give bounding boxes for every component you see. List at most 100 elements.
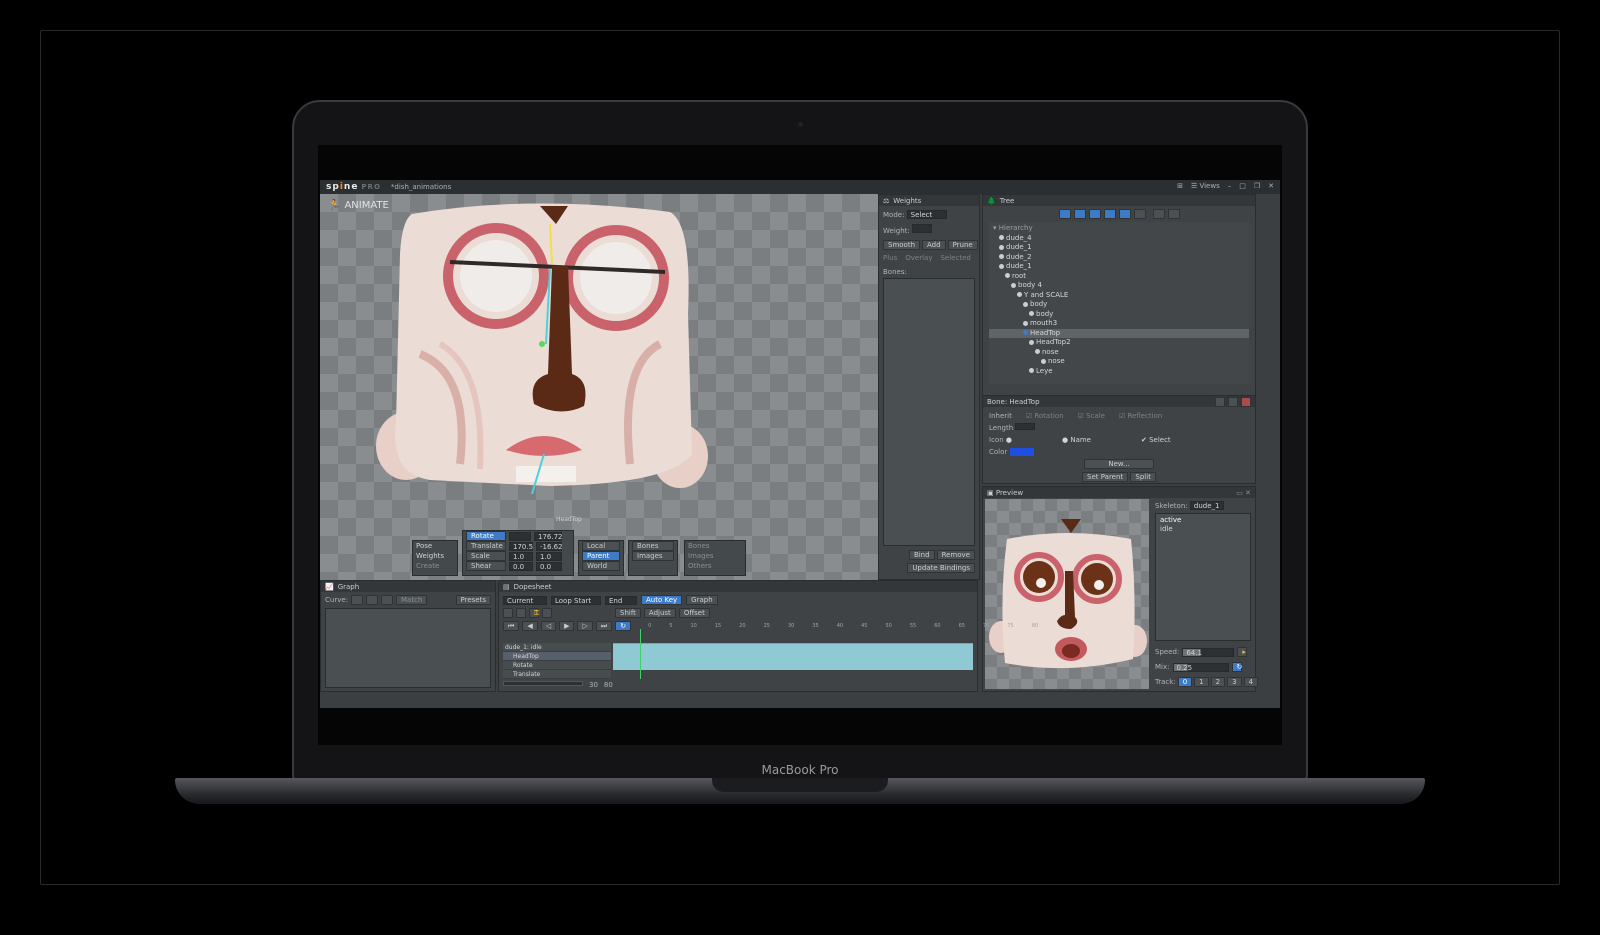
- loop-icon[interactable]: ↻: [1231, 662, 1242, 672]
- dopesheet-row[interactable]: HeadTop: [503, 652, 611, 661]
- axis-parent[interactable]: Parent: [579, 551, 623, 561]
- tree-list[interactable]: ▾ Hierarchy dude_4 dude_1 dude_2 dude_1 root…: [989, 222, 1249, 384]
- show-name-checkbox[interactable]: ● Name: [1062, 434, 1091, 446]
- tool-rotate[interactable]: Rotate 176.72: [463, 531, 573, 541]
- plus-option[interactable]: Plus: [883, 254, 897, 262]
- option-others[interactable]: Others: [685, 561, 745, 571]
- prune-button[interactable]: Prune: [947, 240, 978, 250]
- paste-icon[interactable]: [516, 608, 526, 618]
- dopesheet-row[interactable]: Rotate: [503, 661, 611, 670]
- preview-viewport[interactable]: [985, 499, 1149, 689]
- mix-slider[interactable]: 0.25: [1172, 662, 1229, 672]
- track-2-button[interactable]: 2: [1210, 677, 1226, 687]
- tree-item[interactable]: nose: [989, 357, 1249, 367]
- axis-local[interactable]: Local: [579, 541, 623, 551]
- bind-button[interactable]: Bind: [908, 550, 935, 560]
- graph-toggle-button[interactable]: Graph: [686, 595, 718, 605]
- first-frame-icon[interactable]: ⏮: [503, 621, 520, 631]
- tool-create[interactable]: Create: [413, 561, 457, 571]
- smooth-button[interactable]: Smooth: [883, 240, 921, 250]
- dopesheet-row[interactable]: dude_1: idle: [503, 643, 611, 652]
- animation-item[interactable]: active: [1156, 516, 1250, 525]
- animation-item[interactable]: idle: [1156, 525, 1250, 534]
- compensate-images[interactable]: Images: [629, 551, 677, 561]
- remove-button[interactable]: Remove: [936, 550, 975, 560]
- tree-item[interactable]: body 4: [989, 281, 1249, 291]
- tree-item[interactable]: HeadTop: [989, 328, 1249, 338]
- views-button[interactable]: ☰ Views: [1191, 182, 1220, 190]
- update-bindings-button[interactable]: Update Bindings: [907, 563, 975, 573]
- end-field[interactable]: End: [605, 595, 637, 605]
- current-frame-field[interactable]: Current: [503, 595, 547, 605]
- auto-key-button[interactable]: Auto Key: [641, 595, 683, 605]
- inherit-reflection-checkbox[interactable]: ☑ Reflection: [1119, 410, 1162, 422]
- curve-stepped-button[interactable]: [366, 595, 379, 605]
- track-3-button[interactable]: 3: [1227, 677, 1242, 687]
- tree-root[interactable]: ▾ Hierarchy: [989, 224, 1249, 234]
- tool-weights[interactable]: Weights: [413, 551, 457, 561]
- key-icon[interactable]: ⚿: [529, 608, 539, 618]
- next-key-icon[interactable]: ▷: [577, 621, 593, 631]
- tree-filter-constraints[interactable]: [1103, 209, 1116, 219]
- compensate-bones[interactable]: Bones: [629, 541, 677, 551]
- tree-filter-events[interactable]: [1118, 209, 1131, 219]
- bone-edit-icon[interactable]: [1215, 396, 1225, 407]
- axis-world[interactable]: World: [579, 561, 623, 571]
- loop-playback-icon[interactable]: ↻: [615, 621, 632, 631]
- add-button[interactable]: Add: [922, 240, 946, 250]
- tree-item[interactable]: mouth3: [989, 319, 1249, 329]
- tree-item[interactable]: dude_4: [989, 234, 1249, 244]
- inherit-scale-checkbox[interactable]: ☑ Scale: [1078, 410, 1105, 422]
- selected-option[interactable]: Selected: [940, 254, 970, 262]
- split-button[interactable]: Split: [1130, 472, 1156, 482]
- tool-pose[interactable]: Pose: [413, 541, 457, 551]
- bone-duplicate-icon[interactable]: [1228, 396, 1238, 407]
- animate-viewport[interactable]: 🏃 ANIMATE HeadTop Pose Weights Create Ro…: [320, 194, 892, 580]
- curve-linear-button[interactable]: [351, 595, 364, 605]
- play-icon[interactable]: ▶: [559, 621, 575, 631]
- track-4-button[interactable]: 4: [1243, 677, 1259, 687]
- tree-filter-attachments[interactable]: [1088, 209, 1101, 219]
- tool-translate[interactable]: Translate 170.5 -16.62: [463, 541, 573, 551]
- overlay-option[interactable]: Overlay: [905, 254, 932, 262]
- grid-icon[interactable]: ⊞: [1177, 182, 1183, 190]
- presets-button[interactable]: Presets: [455, 595, 491, 605]
- weights-mode-select[interactable]: Select: [906, 210, 947, 219]
- dopesheet-row[interactable]: Translate: [503, 670, 611, 679]
- tree-item[interactable]: Y and SCALE: [989, 291, 1249, 301]
- speed-reset-icon[interactable]: ▸: [1237, 647, 1248, 657]
- skeleton-select[interactable]: dude_1: [1189, 501, 1224, 510]
- tree-filter-animations[interactable]: [1152, 209, 1165, 219]
- tree-item[interactable]: body: [989, 310, 1249, 320]
- timeline-scrollbar[interactable]: [503, 681, 583, 686]
- shift-button[interactable]: Shift: [615, 608, 641, 618]
- delete-key-icon[interactable]: [542, 608, 552, 618]
- tree-item[interactable]: dude_1: [989, 262, 1249, 272]
- animation-list[interactable]: active idle: [1155, 513, 1251, 641]
- adjust-button[interactable]: Adjust: [643, 608, 676, 618]
- keyframe-track[interactable]: [613, 643, 973, 670]
- set-parent-button[interactable]: Set Parent: [1082, 472, 1129, 482]
- tree-item[interactable]: root: [989, 272, 1249, 282]
- close-icon[interactable]: ✕: [1268, 182, 1274, 190]
- dopesheet-rows[interactable]: dude_1: idle HeadTop Rotate Translate: [503, 629, 973, 679]
- maximize-icon[interactable]: □: [1239, 182, 1246, 190]
- minimize-icon[interactable]: –: [1228, 182, 1232, 190]
- tree-item[interactable]: dude_2: [989, 253, 1249, 263]
- bone-color-swatch[interactable]: [1009, 448, 1034, 456]
- tool-shear[interactable]: Shear 0.0 0.0: [463, 561, 573, 571]
- offset-button[interactable]: Offset: [678, 608, 710, 618]
- tree-item[interactable]: dude_1: [989, 243, 1249, 253]
- tool-scale[interactable]: Scale 1.0 1.0: [463, 551, 573, 561]
- option-images[interactable]: Images: [685, 551, 745, 561]
- new-button[interactable]: New...: [1084, 459, 1154, 469]
- last-frame-icon[interactable]: ⏭: [595, 621, 613, 631]
- graph-area[interactable]: [325, 608, 491, 688]
- tree-item[interactable]: Leye: [989, 367, 1249, 377]
- weights-bones-list[interactable]: [883, 278, 975, 546]
- track-0-button[interactable]: 0: [1177, 677, 1193, 687]
- select-checkbox[interactable]: ✔ Select: [1141, 434, 1171, 446]
- playhead[interactable]: [640, 629, 641, 679]
- curve-bezier-button[interactable]: [381, 595, 394, 605]
- option-bones[interactable]: Bones: [685, 541, 745, 551]
